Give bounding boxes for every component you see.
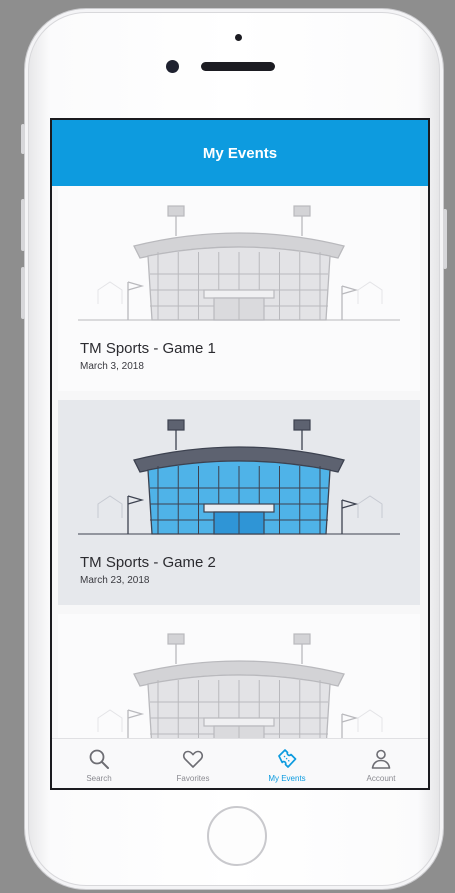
tab-label: Favorites (176, 774, 210, 783)
front-camera (166, 60, 179, 73)
proximity-sensor (235, 34, 242, 41)
volume-down-button (21, 267, 25, 319)
stadium-illustration (97, 633, 383, 738)
tab-label: Search (86, 774, 112, 783)
power-button (443, 209, 447, 269)
person-icon (371, 749, 391, 769)
event-date: March 3, 2018 (80, 361, 144, 372)
app-header: My Events (52, 120, 428, 186)
event-title: TM Sports - Game 1 (80, 340, 216, 357)
app-screen: My Events TM Sports - Game 1 March 3, 20… (50, 118, 430, 790)
event-date: March 23, 2018 (80, 575, 150, 586)
event-card-1[interactable]: TM Sports - Game 1 March 3, 2018 (58, 186, 420, 391)
earpiece-speaker (201, 62, 275, 71)
tab-account[interactable]: Account (334, 739, 428, 788)
event-list[interactable]: TM Sports - Game 1 March 3, 2018 TM Spor… (52, 186, 428, 738)
tab-my-events[interactable]: My Events (240, 739, 334, 788)
tab-search[interactable]: Search (52, 739, 146, 788)
tab-label: Account (366, 774, 396, 783)
stadium-illustration (78, 205, 400, 321)
volume-up-button (21, 199, 25, 251)
stadium-illustration (78, 419, 400, 535)
tab-bar: Search Favorites My Events Account (52, 738, 428, 788)
ticket-icon (278, 749, 297, 768)
page-title: My Events (202, 144, 278, 162)
event-title: TM Sports - Game 2 (80, 554, 216, 571)
search-icon (89, 749, 109, 769)
tab-favorites[interactable]: Favorites (146, 739, 240, 788)
mute-switch (21, 124, 25, 154)
tab-label: My Events (268, 774, 306, 783)
event-card-2[interactable]: TM Sports - Game 2 March 23, 2018 (58, 400, 420, 605)
heart-icon (182, 750, 204, 768)
home-button[interactable] (207, 806, 267, 866)
event-card-3[interactable] (58, 614, 420, 738)
